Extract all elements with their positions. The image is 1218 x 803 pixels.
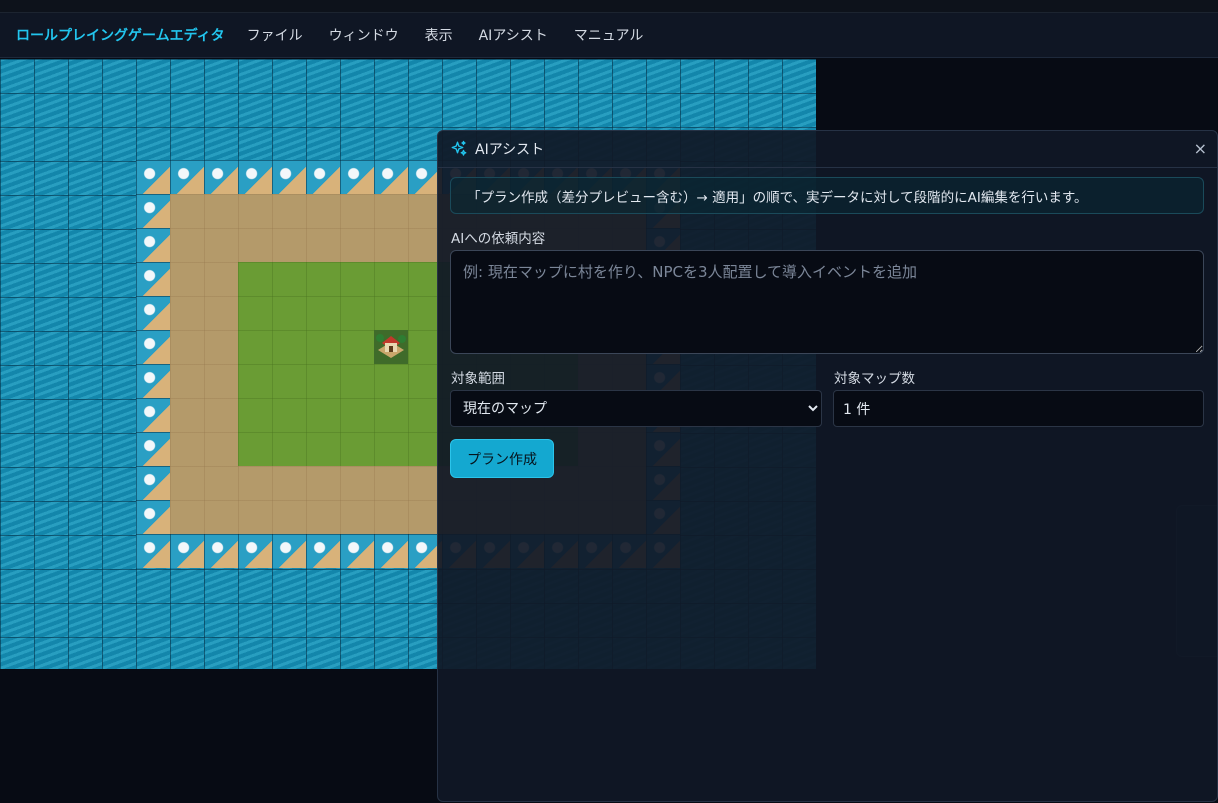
create-plan-button[interactable]: プラン作成 bbox=[450, 439, 554, 478]
info-banner: 「プラン作成（差分プレビュー含む）→ 適用」の順で、実データに対して段階的にAI… bbox=[450, 177, 1204, 214]
request-input[interactable] bbox=[450, 250, 1204, 354]
window-top-strip bbox=[0, 0, 1218, 13]
menu-manual[interactable]: マニュアル bbox=[574, 25, 644, 45]
shore-tiles-left bbox=[136, 194, 170, 534]
scope-select[interactable]: 現在のマップ bbox=[450, 390, 822, 427]
close-icon[interactable]: × bbox=[1194, 140, 1207, 158]
menu-window[interactable]: ウィンドウ bbox=[329, 25, 399, 45]
menu-ai-assist[interactable]: AIアシスト bbox=[479, 25, 548, 45]
menu-file[interactable]: ファイル bbox=[247, 25, 303, 45]
scope-label: 対象範囲 bbox=[451, 371, 505, 387]
dialog-header: AIアシスト × bbox=[438, 131, 1217, 168]
menu-view[interactable]: 表示 bbox=[425, 25, 453, 45]
app-title: ロールプレイングゲームエディタ bbox=[16, 28, 225, 44]
map-count-label: 対象マップ数 bbox=[834, 371, 915, 387]
menu-bar: ロールプレイングゲームエディタ ファイル ウィンドウ 表示 AIアシスト マニュ… bbox=[0, 13, 1218, 58]
house-icon[interactable] bbox=[374, 330, 408, 364]
ai-assist-dialog: AIアシスト × 「プラン作成（差分プレビュー含む）→ 適用」の順で、実データに… bbox=[437, 130, 1218, 802]
map-count-field: 1 件 bbox=[833, 390, 1204, 427]
request-label: AIへの依頼内容 bbox=[451, 231, 546, 247]
sparkles-icon bbox=[451, 140, 467, 156]
dialog-title: AIアシスト bbox=[475, 142, 545, 158]
